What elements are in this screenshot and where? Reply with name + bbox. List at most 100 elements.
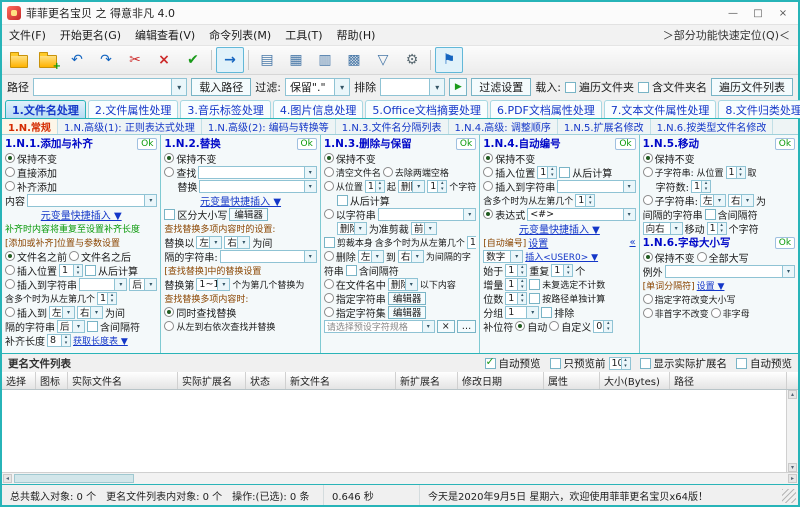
p3-delete-between-radio[interactable] xyxy=(323,251,334,261)
p4-start-spinner[interactable]: 1 xyxy=(505,263,528,277)
p1-from-end-checkbox[interactable] xyxy=(85,264,96,276)
tab-filename[interactable]: 1.文件名处理 xyxy=(5,100,86,118)
column-modified-date[interactable]: 修改日期 xyxy=(458,372,544,389)
p1-after2-combo[interactable]: 后 xyxy=(57,319,85,333)
menu-file[interactable]: 文件(F) xyxy=(2,25,53,45)
menu-edit-view[interactable]: 编辑查看(V) xyxy=(128,25,202,45)
p4-auto-radio[interactable] xyxy=(515,321,526,331)
ok-button[interactable]: Ok xyxy=(137,137,158,150)
column-new-name[interactable]: 新文件名 xyxy=(286,372,396,389)
p3-trim-radio[interactable] xyxy=(382,167,393,177)
p1-insert-pos-spinner[interactable]: 1 xyxy=(59,263,83,277)
p2-nth-combo[interactable]: 1~1 xyxy=(196,277,231,291)
p4-per-path-checkbox[interactable] xyxy=(529,292,541,304)
p4-nocount-checkbox[interactable] xyxy=(529,278,541,290)
p4-repeat-spinner[interactable]: 1 xyxy=(551,263,574,277)
subtab-separator-list[interactable]: 1.N.3.文件名分隔列表 xyxy=(336,119,449,134)
p1-before-name-radio[interactable] xyxy=(5,251,15,261)
subtab-extension[interactable]: 1.N.5.扩展名修改 xyxy=(558,119,651,134)
tile-view-button[interactable]: ▥ xyxy=(311,47,339,73)
p3-keep-radio[interactable] xyxy=(323,153,334,163)
p1-pad-add-radio[interactable] xyxy=(5,181,15,191)
p4-meta-insert-link[interactable]: 元变量快捷插入 ▼ xyxy=(519,221,600,236)
tab-text-attributes[interactable]: 7.文本文件属性处理 xyxy=(603,100,717,118)
filter-combo[interactable]: 保留"." xyxy=(284,78,351,96)
traverse-folders-option[interactable]: 遍历文件夹 xyxy=(565,79,634,95)
filter-settings-button[interactable]: 过滤设置 xyxy=(471,78,532,96)
apply-filter-button[interactable]: ▶ xyxy=(449,78,468,96)
p1-after-name-radio[interactable] xyxy=(69,251,79,261)
scroll-down-icon[interactable]: ▾ xyxy=(788,463,797,472)
p3-include-sep-checkbox[interactable] xyxy=(345,264,357,276)
subtab-reorder[interactable]: 1.N.4.高级: 调整顺序 xyxy=(449,119,558,134)
p4-insert-user-link[interactable]: 插入<USER0> ▼ xyxy=(525,250,598,263)
tab-file-classify[interactable]: 8.文件归类处理 xyxy=(718,100,800,118)
start-rename-button[interactable]: → xyxy=(216,47,244,73)
p6-non-letter-radio[interactable] xyxy=(710,308,721,318)
tab-file-attributes[interactable]: 2.文件属性处理 xyxy=(87,100,179,118)
p3-multi-spinner[interactable]: 1 xyxy=(466,235,477,249)
p5-keep-radio[interactable] xyxy=(642,153,653,163)
file-table-empty-area[interactable] xyxy=(2,390,786,472)
include-folder-name-option[interactable]: 含文件夹名 xyxy=(638,79,707,95)
p2-sequential-radio[interactable] xyxy=(164,321,175,331)
pin-button[interactable]: ⚑ xyxy=(435,47,463,73)
clear-list-button[interactable]: × xyxy=(150,47,178,73)
quick-locate-link[interactable]: ＞部分功能快速定位(Q)＜ xyxy=(655,27,798,43)
p4-insert-to-string-radio[interactable] xyxy=(483,181,494,191)
p4-keep-radio[interactable] xyxy=(483,153,494,163)
list-view-button[interactable]: ▤ xyxy=(253,47,281,73)
show-real-ext-option[interactable]: 显示实际扩展名 xyxy=(639,356,727,371)
p2-right-sep-combo[interactable]: 右 xyxy=(224,235,251,249)
tab-music-tags[interactable]: 3.音乐标签处理 xyxy=(180,100,271,118)
tab-office-summary[interactable]: 5.Office文档摘要处理 xyxy=(365,100,488,118)
p4-pos-spinner[interactable]: 1 xyxy=(537,165,558,179)
p3-by-string-radio[interactable] xyxy=(323,209,334,219)
ok-button[interactable]: Ok xyxy=(296,137,317,150)
p3-crop-self-checkbox[interactable] xyxy=(323,236,335,248)
p1-left-sep-combo[interactable]: 左 xyxy=(49,305,75,319)
p6-uppercase-radio[interactable] xyxy=(696,252,707,262)
p6-settings-link[interactable]: 设置 ▼ xyxy=(697,279,725,292)
auto-preview-option[interactable]: 自动预览 xyxy=(484,355,541,371)
column-status[interactable]: 状态 xyxy=(246,372,286,389)
tab-image-info[interactable]: 4.图片信息处理 xyxy=(272,100,364,118)
p6-keep-radio[interactable] xyxy=(642,252,653,262)
p1-insert-pos-radio[interactable] xyxy=(5,265,15,275)
p1-insert-between-radio[interactable] xyxy=(5,307,15,317)
p4-group-combo[interactable]: 1 xyxy=(505,305,540,319)
apply-button[interactable]: ✔ xyxy=(179,47,207,73)
p1-direct-add-radio[interactable] xyxy=(5,167,15,177)
horizontal-scrollbar[interactable]: ◂ ▸ xyxy=(2,472,798,484)
auto-preview2-option[interactable]: 自动预览 xyxy=(736,356,792,371)
p1-meta-insert-link[interactable]: 元变量快捷插入 ▼ xyxy=(41,207,122,222)
vertical-scrollbar[interactable]: ▴ ▾ xyxy=(786,390,798,472)
p4-from-end-checkbox[interactable] xyxy=(559,166,571,178)
p5-right-sep-combo[interactable]: 右 xyxy=(728,193,754,207)
p3-from-pos-radio[interactable] xyxy=(323,181,334,191)
redo-button[interactable]: ↷ xyxy=(92,47,120,73)
close-button[interactable]: × xyxy=(771,4,795,22)
p2-replace-combo[interactable] xyxy=(199,179,317,193)
p2-meta-insert-link[interactable]: 元变量快捷插入 ▼ xyxy=(200,193,281,208)
p1-multi-spinner[interactable]: 1 xyxy=(97,291,118,305)
subtab-regex[interactable]: 1.N.高级(1): 正则表达式处理 xyxy=(58,119,202,134)
menu-tools[interactable]: 工具(T) xyxy=(278,25,329,45)
p1-content-combo[interactable] xyxy=(27,193,158,207)
open-folder-button[interactable] xyxy=(5,47,33,73)
p4-expression-radio[interactable] xyxy=(483,209,494,219)
ok-button[interactable]: Ok xyxy=(455,137,477,150)
p3-editor1-button[interactable]: 编辑器 xyxy=(387,291,427,305)
p4-increment-spinner[interactable]: 1 xyxy=(505,277,528,291)
p4-custom-spinner[interactable]: 0 xyxy=(593,319,614,333)
p4-collapse-icon[interactable]: « xyxy=(630,237,636,248)
p4-insert-pos-radio[interactable] xyxy=(483,167,494,177)
cut-button[interactable]: ✂ xyxy=(121,47,149,73)
p1-include-sep-checkbox[interactable] xyxy=(87,320,98,332)
tab-pdf-attributes[interactable]: 6.PDF文档属性处理 xyxy=(489,100,602,118)
subtab-encoding[interactable]: 1.N.高级(2): 编码与转换等 xyxy=(202,119,336,134)
p4-multi-spinner[interactable]: 1 xyxy=(575,193,596,207)
p4-number-type-combo[interactable]: 数字 xyxy=(483,249,524,263)
p4-custom-radio[interactable] xyxy=(549,321,560,331)
traverse-folders-checkbox[interactable] xyxy=(565,81,576,93)
